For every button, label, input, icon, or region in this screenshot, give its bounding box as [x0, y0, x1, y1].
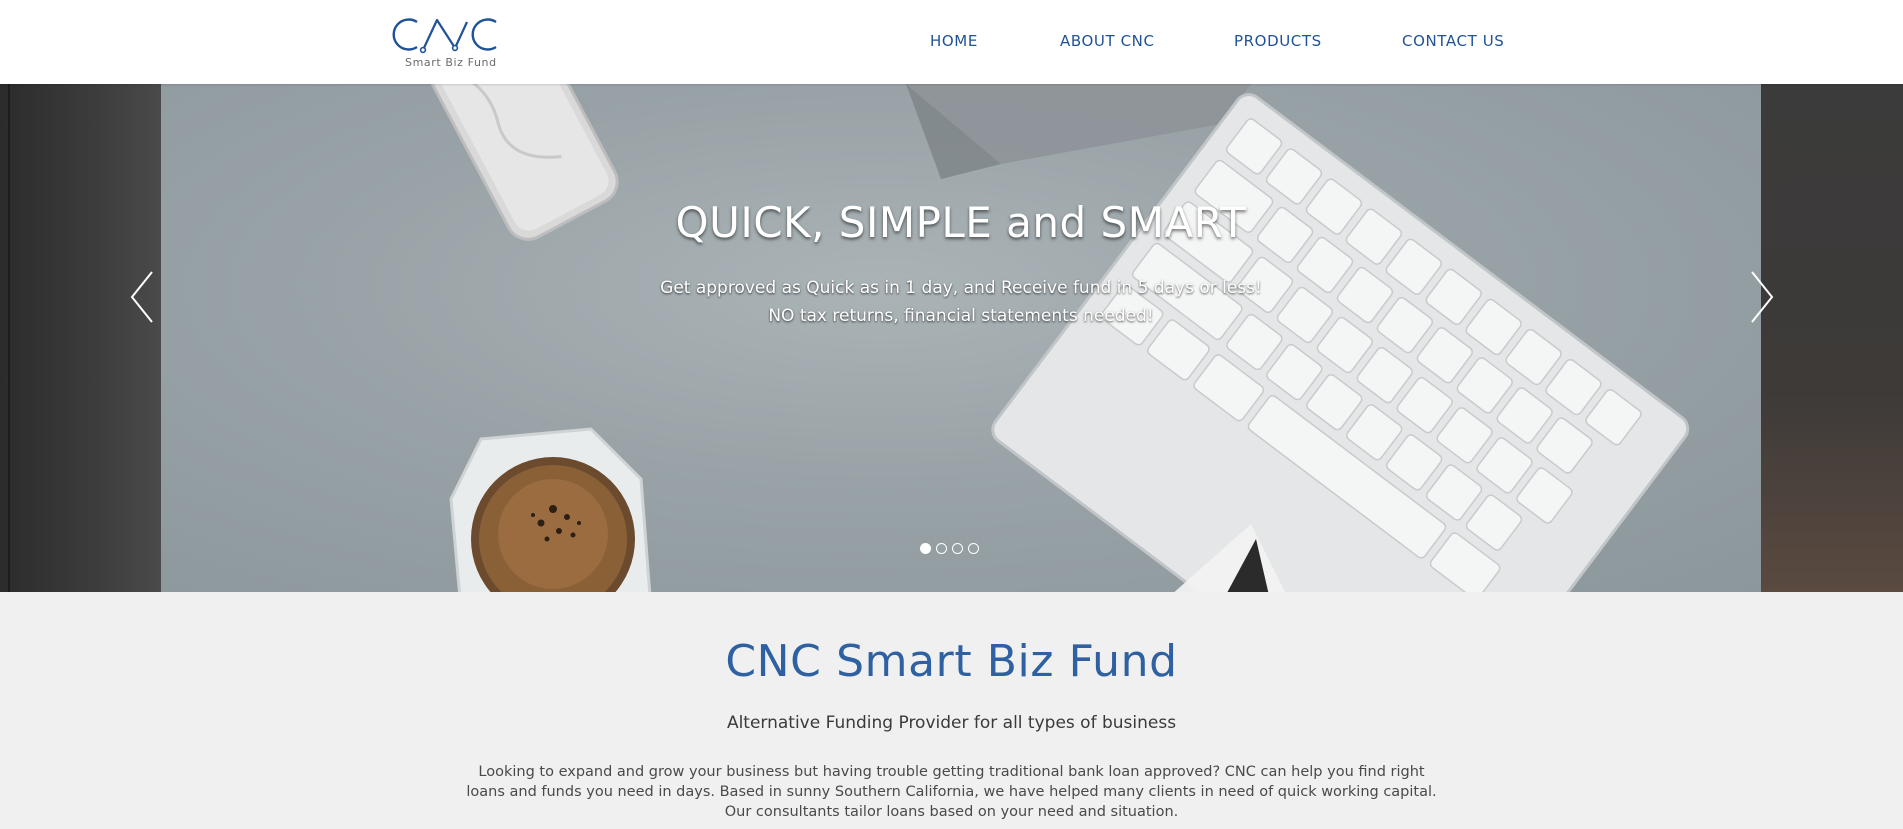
slide-dot-3[interactable]	[952, 543, 963, 554]
intro-body-line-2: loans and funds you need in days. Based …	[466, 784, 1437, 800]
hero-side-panel-left	[0, 84, 161, 592]
slide-dot-4[interactable]	[968, 543, 979, 554]
nav-contact[interactable]: CONTACT US	[1402, 32, 1504, 50]
slide-dot-2[interactable]	[936, 543, 947, 554]
nav-products[interactable]: PRODUCTS	[1234, 32, 1322, 50]
hero-slider: QUICK, SIMPLE and SMART Get approved as …	[0, 84, 1903, 592]
intro-body-line-1: Looking to expand and grow your business…	[478, 764, 1425, 780]
hero-side-panel-right	[1761, 84, 1903, 592]
site-logo[interactable]: Smart Biz Fund	[391, 14, 499, 72]
cnc-logo-icon	[392, 18, 497, 54]
desk-photo-background	[417, 84, 1690, 592]
hero-title: QUICK, SIMPLE and SMART	[675, 198, 1247, 247]
nav-home[interactable]: HOME	[930, 32, 978, 50]
intro-section: CNC Smart Biz Fund Alternative Funding P…	[0, 592, 1903, 829]
intro-body-line-3: Our consultants tailor loans based on yo…	[724, 804, 1179, 820]
hero-subtitle-line-2: NO tax returns, financial statements nee…	[768, 306, 1154, 326]
intro-title: CNC Smart Biz Fund	[725, 636, 1178, 687]
chevron-right-icon[interactable]	[1750, 270, 1774, 324]
slide-dot-1[interactable]	[920, 543, 931, 554]
intro-subtitle: Alternative Funding Provider for all typ…	[726, 713, 1177, 733]
site-header: Smart Biz Fund HOME ABOUT CNC PRODUCTS C…	[0, 0, 1903, 84]
hero-slide: QUICK, SIMPLE and SMART Get approved as …	[161, 84, 1761, 592]
logo-tagline: Smart Biz Fund	[405, 56, 497, 69]
chevron-left-icon[interactable]	[130, 270, 154, 324]
nav-about[interactable]: ABOUT CNC	[1060, 32, 1155, 50]
hero-subtitle-line-1: Get approved as Quick as in 1 day, and R…	[660, 278, 1262, 298]
